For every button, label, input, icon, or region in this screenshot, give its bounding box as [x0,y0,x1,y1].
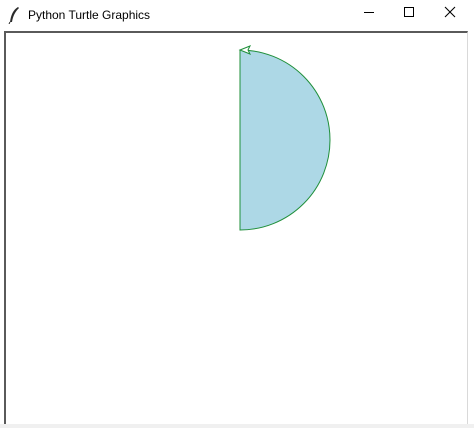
window-title: Python Turtle Graphics [28,8,151,22]
maximize-icon [403,5,415,23]
minimize-button[interactable] [349,0,389,28]
title-bar[interactable]: Python Turtle Graphics [0,0,474,30]
window-bottom-edge [0,424,474,428]
feather-icon [7,6,21,25]
turtle-window: Python Turtle Graphics [0,0,474,428]
half-circle-shape [239,49,331,231]
close-icon [444,5,456,23]
minimize-icon [363,5,375,23]
turtle-canvas[interactable] [4,31,468,424]
close-button[interactable] [430,0,470,28]
drawing-surface [238,45,331,231]
maximize-button[interactable] [389,0,429,28]
